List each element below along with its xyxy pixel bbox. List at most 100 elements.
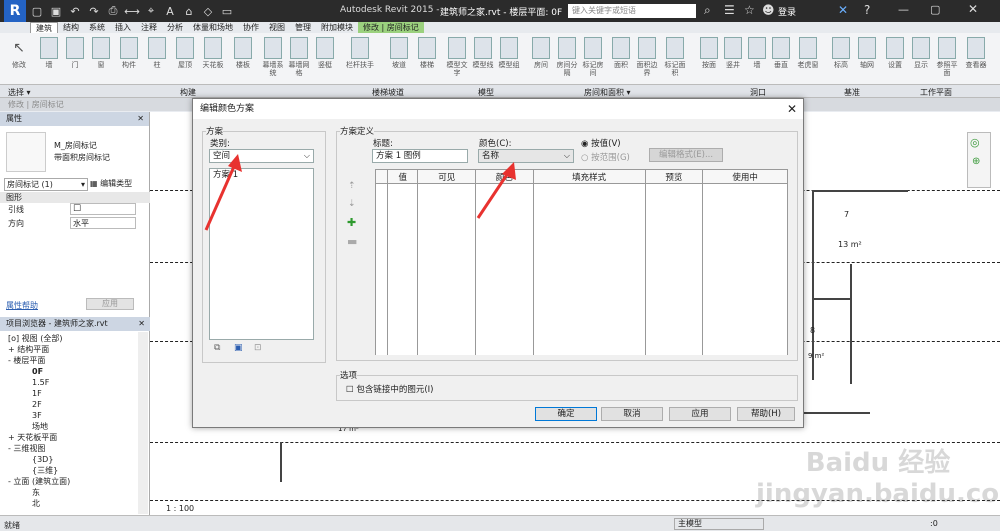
tree-item[interactable]: 2F [8, 399, 138, 410]
model-text-button[interactable]: 模型文字 [446, 37, 468, 77]
tree-item[interactable]: 场地 [8, 421, 138, 432]
help-button[interactable]: 帮助(H) [737, 407, 795, 421]
tree-item[interactable]: 北 [8, 498, 138, 509]
railing-button[interactable]: 栏杆扶手 [346, 37, 374, 69]
tab-systems[interactable]: 系统 [84, 22, 110, 33]
ramp-button[interactable]: 坡道 [388, 37, 410, 69]
add-value-icon[interactable]: ✚ [347, 216, 356, 229]
3d-view-icon[interactable]: ⌂ [181, 3, 197, 19]
dimension-icon[interactable]: ⌖ [143, 3, 159, 19]
instance-filter-select[interactable]: 房间标记 (1) ▾ [4, 178, 88, 191]
grid-button[interactable]: 轴网 [856, 37, 878, 69]
move-down-icon[interactable]: ⇣ [348, 199, 356, 209]
area-boundary-button[interactable]: 面积边界 [636, 37, 658, 77]
login-link[interactable]: 登录 [778, 5, 796, 18]
tree-item[interactable]: 3F [8, 410, 138, 421]
tab-annotate[interactable]: 注释 [136, 22, 162, 33]
stair-button[interactable]: 楼梯 [416, 37, 438, 69]
by-range-radio[interactable]: ○ 按范围(G) [581, 151, 630, 163]
wall-button[interactable]: 墙 [38, 37, 60, 69]
tree-item[interactable]: 1F [8, 388, 138, 399]
tab-massing[interactable]: 体量和场地 [188, 22, 238, 33]
subscription-icon[interactable]: ☰ [724, 3, 735, 17]
tag-area-button[interactable]: 标记面积 [664, 37, 686, 77]
vertical-opening-button[interactable]: 垂直 [770, 37, 792, 69]
tab-addins[interactable]: 附加模块 [316, 22, 358, 33]
edit-type-button[interactable]: ▦ 编辑类型 [90, 178, 132, 189]
area-button[interactable]: 面积 [610, 37, 632, 69]
measure-icon[interactable]: ⟷ [124, 3, 140, 19]
room-area[interactable]: 13 m² [838, 240, 862, 249]
tree-item[interactable]: + 结构平面 [8, 344, 138, 355]
cancel-button[interactable]: 取消 [601, 407, 663, 421]
revit-logo-icon[interactable]: R [4, 0, 26, 22]
tab-manage[interactable]: 管理 [290, 22, 316, 33]
tree-item[interactable]: 东 [8, 487, 138, 498]
close-hidden-icon[interactable]: ▭ [219, 3, 235, 19]
browser-close-icon[interactable]: ✕ [138, 317, 145, 331]
roof-button[interactable]: 屋顶 [174, 37, 196, 69]
duplicate-scheme-icon[interactable]: ⧉ [214, 343, 220, 353]
show-workplane-button[interactable]: 显示 [910, 37, 932, 69]
tree-item[interactable]: - 楼层平面 [8, 355, 138, 366]
column-button[interactable]: 柱 [146, 37, 168, 69]
prop-leader-checkbox[interactable]: ☐ [70, 203, 136, 215]
text-icon[interactable]: A [162, 3, 178, 19]
viewer-button[interactable]: 查看器 [962, 37, 990, 69]
wall-opening-button[interactable]: 墙 [746, 37, 768, 69]
curtain-grid-button[interactable]: 幕墙网格 [288, 37, 310, 77]
zoom-icon[interactable]: ⊕ [972, 156, 980, 167]
tab-view[interactable]: 视图 [264, 22, 290, 33]
tree-item[interactable]: {三维} [8, 465, 138, 476]
save-icon[interactable]: ▣ [48, 3, 64, 19]
ref-plane-button[interactable]: 参照平面 [936, 37, 958, 77]
by-face-button[interactable]: 按面 [698, 37, 720, 69]
binoculars-icon[interactable]: ⌕ [704, 3, 711, 18]
tab-insert[interactable]: 插入 [110, 22, 136, 33]
tree-item[interactable]: 1.5F [8, 377, 138, 388]
model-group-button[interactable]: 模型组 [498, 37, 520, 69]
tab-modify-room-tag[interactable]: 修改 | 房间标记 [358, 22, 424, 33]
door-button[interactable]: 门 [64, 37, 86, 69]
window-button[interactable]: 窗 [90, 37, 112, 69]
tab-structure[interactable]: 结构 [58, 22, 84, 33]
edit-format-button[interactable]: 编辑格式(E)... [649, 148, 723, 162]
legend-title-input[interactable]: 方案 1 图例 [372, 149, 468, 163]
prop-orientation-value[interactable]: 水平 [70, 217, 136, 229]
room-button[interactable]: 房间 [530, 37, 552, 69]
model-line-button[interactable]: 模型线 [472, 37, 494, 69]
dormer-button[interactable]: 老虎窗 [794, 37, 822, 69]
room-area[interactable]: 9 m² [808, 352, 824, 360]
file-tab[interactable] [0, 22, 30, 33]
properties-apply-button[interactable]: 应用 [86, 298, 134, 310]
tree-item[interactable]: - 三维视图 [8, 443, 138, 454]
modify-button[interactable]: ↖ 修改 [8, 37, 30, 69]
room-separator-button[interactable]: 房间分隔 [556, 37, 578, 77]
browser-scrollbar[interactable] [138, 332, 148, 514]
tab-architecture[interactable]: 建筑 [30, 22, 58, 33]
ok-button[interactable]: 确定 [535, 407, 597, 421]
move-up-icon[interactable]: ⇡ [348, 181, 356, 191]
workset-select[interactable]: 主模型 [674, 518, 764, 530]
remove-value-icon[interactable]: ▬ [347, 235, 357, 248]
panel-select[interactable]: 选择 ▾ [8, 87, 31, 98]
curtain-system-button[interactable]: 幕墙系统 [262, 37, 284, 77]
undo-icon[interactable]: ↶ [67, 3, 83, 19]
room-number[interactable]: 8 [810, 326, 815, 335]
include-linked-checkbox[interactable]: ☐ 包含链接中的图元(I) [346, 383, 433, 395]
rename-scheme-icon[interactable]: ▣ [234, 343, 243, 353]
print-icon[interactable]: ⎙ [105, 3, 121, 19]
section-icon[interactable]: ◇ [200, 3, 216, 19]
component-button[interactable]: 构件 [118, 37, 140, 69]
properties-help-link[interactable]: 属性帮助 [6, 300, 38, 311]
search-input[interactable]: 键入关键字或短语 [568, 4, 696, 18]
tag-room-button[interactable]: 标记房间 [582, 37, 604, 77]
steering-wheel-icon[interactable]: ◎ [970, 136, 980, 149]
panel-room-area[interactable]: 房间和面积 ▾ [584, 87, 631, 98]
properties-close-icon[interactable]: ✕ [137, 112, 144, 126]
ceiling-button[interactable]: 天花板 [202, 37, 224, 69]
mullion-button[interactable]: 竖梃 [314, 37, 336, 69]
tree-item[interactable]: - 立面 (建筑立面) [8, 476, 138, 487]
favorites-icon[interactable]: ☆ [744, 3, 755, 17]
delete-scheme-icon[interactable]: ⊡ [254, 343, 262, 353]
